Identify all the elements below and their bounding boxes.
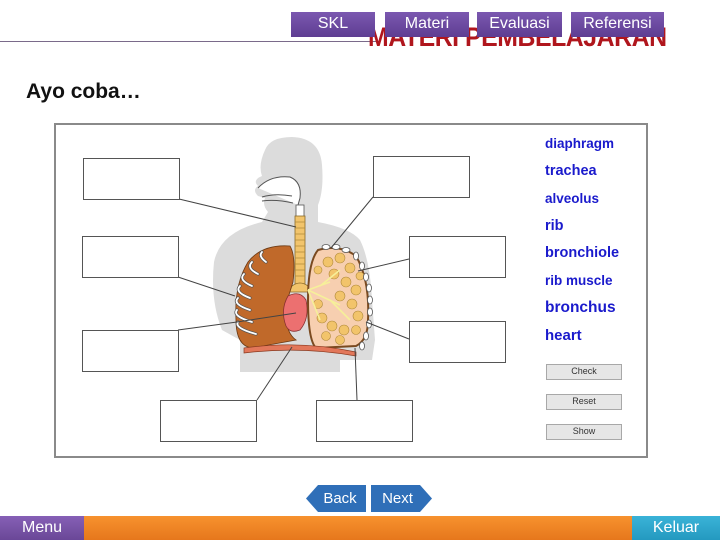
word-heart[interactable]: heart — [545, 327, 582, 344]
menu-button[interactable]: Menu — [0, 516, 84, 540]
answer-box-3[interactable] — [82, 330, 179, 372]
show-button[interactable]: Show — [546, 424, 622, 440]
footer-bar — [0, 516, 720, 540]
word-diaphragm[interactable]: diaphragm — [545, 136, 614, 151]
nav-referensi-button[interactable]: Referensi — [571, 12, 664, 37]
word-alveolus[interactable]: alveolus — [545, 191, 599, 206]
nav-skl-button[interactable]: SKL — [291, 12, 375, 37]
answer-box-7[interactable] — [409, 236, 506, 278]
answer-box-8[interactable] — [409, 321, 506, 363]
answer-box-5[interactable] — [316, 400, 413, 442]
right-lung — [306, 247, 370, 350]
check-button[interactable]: Check — [546, 364, 622, 380]
word-bronchiole[interactable]: bronchiole — [545, 245, 619, 261]
reset-button[interactable]: Reset — [546, 394, 622, 410]
word-rib-muscle[interactable]: rib muscle — [545, 273, 613, 288]
answer-box-4[interactable] — [160, 400, 257, 442]
exit-button[interactable]: Keluar — [632, 516, 720, 540]
word-bronchus[interactable]: bronchus — [545, 299, 616, 317]
back-button[interactable]: Back — [306, 485, 366, 512]
word-trachea[interactable]: trachea — [545, 163, 597, 179]
answer-box-6[interactable] — [373, 156, 470, 198]
next-button[interactable]: Next — [371, 485, 432, 512]
nav-materi-button[interactable]: Materi — [385, 12, 469, 37]
word-rib[interactable]: rib — [545, 218, 564, 234]
slide-page: MATERI PEMBELAJARAN SKL Materi Evaluasi … — [0, 0, 720, 540]
answer-box-1[interactable] — [83, 158, 180, 200]
nav-evaluasi-button[interactable]: Evaluasi — [477, 12, 562, 37]
answer-box-2[interactable] — [82, 236, 179, 278]
